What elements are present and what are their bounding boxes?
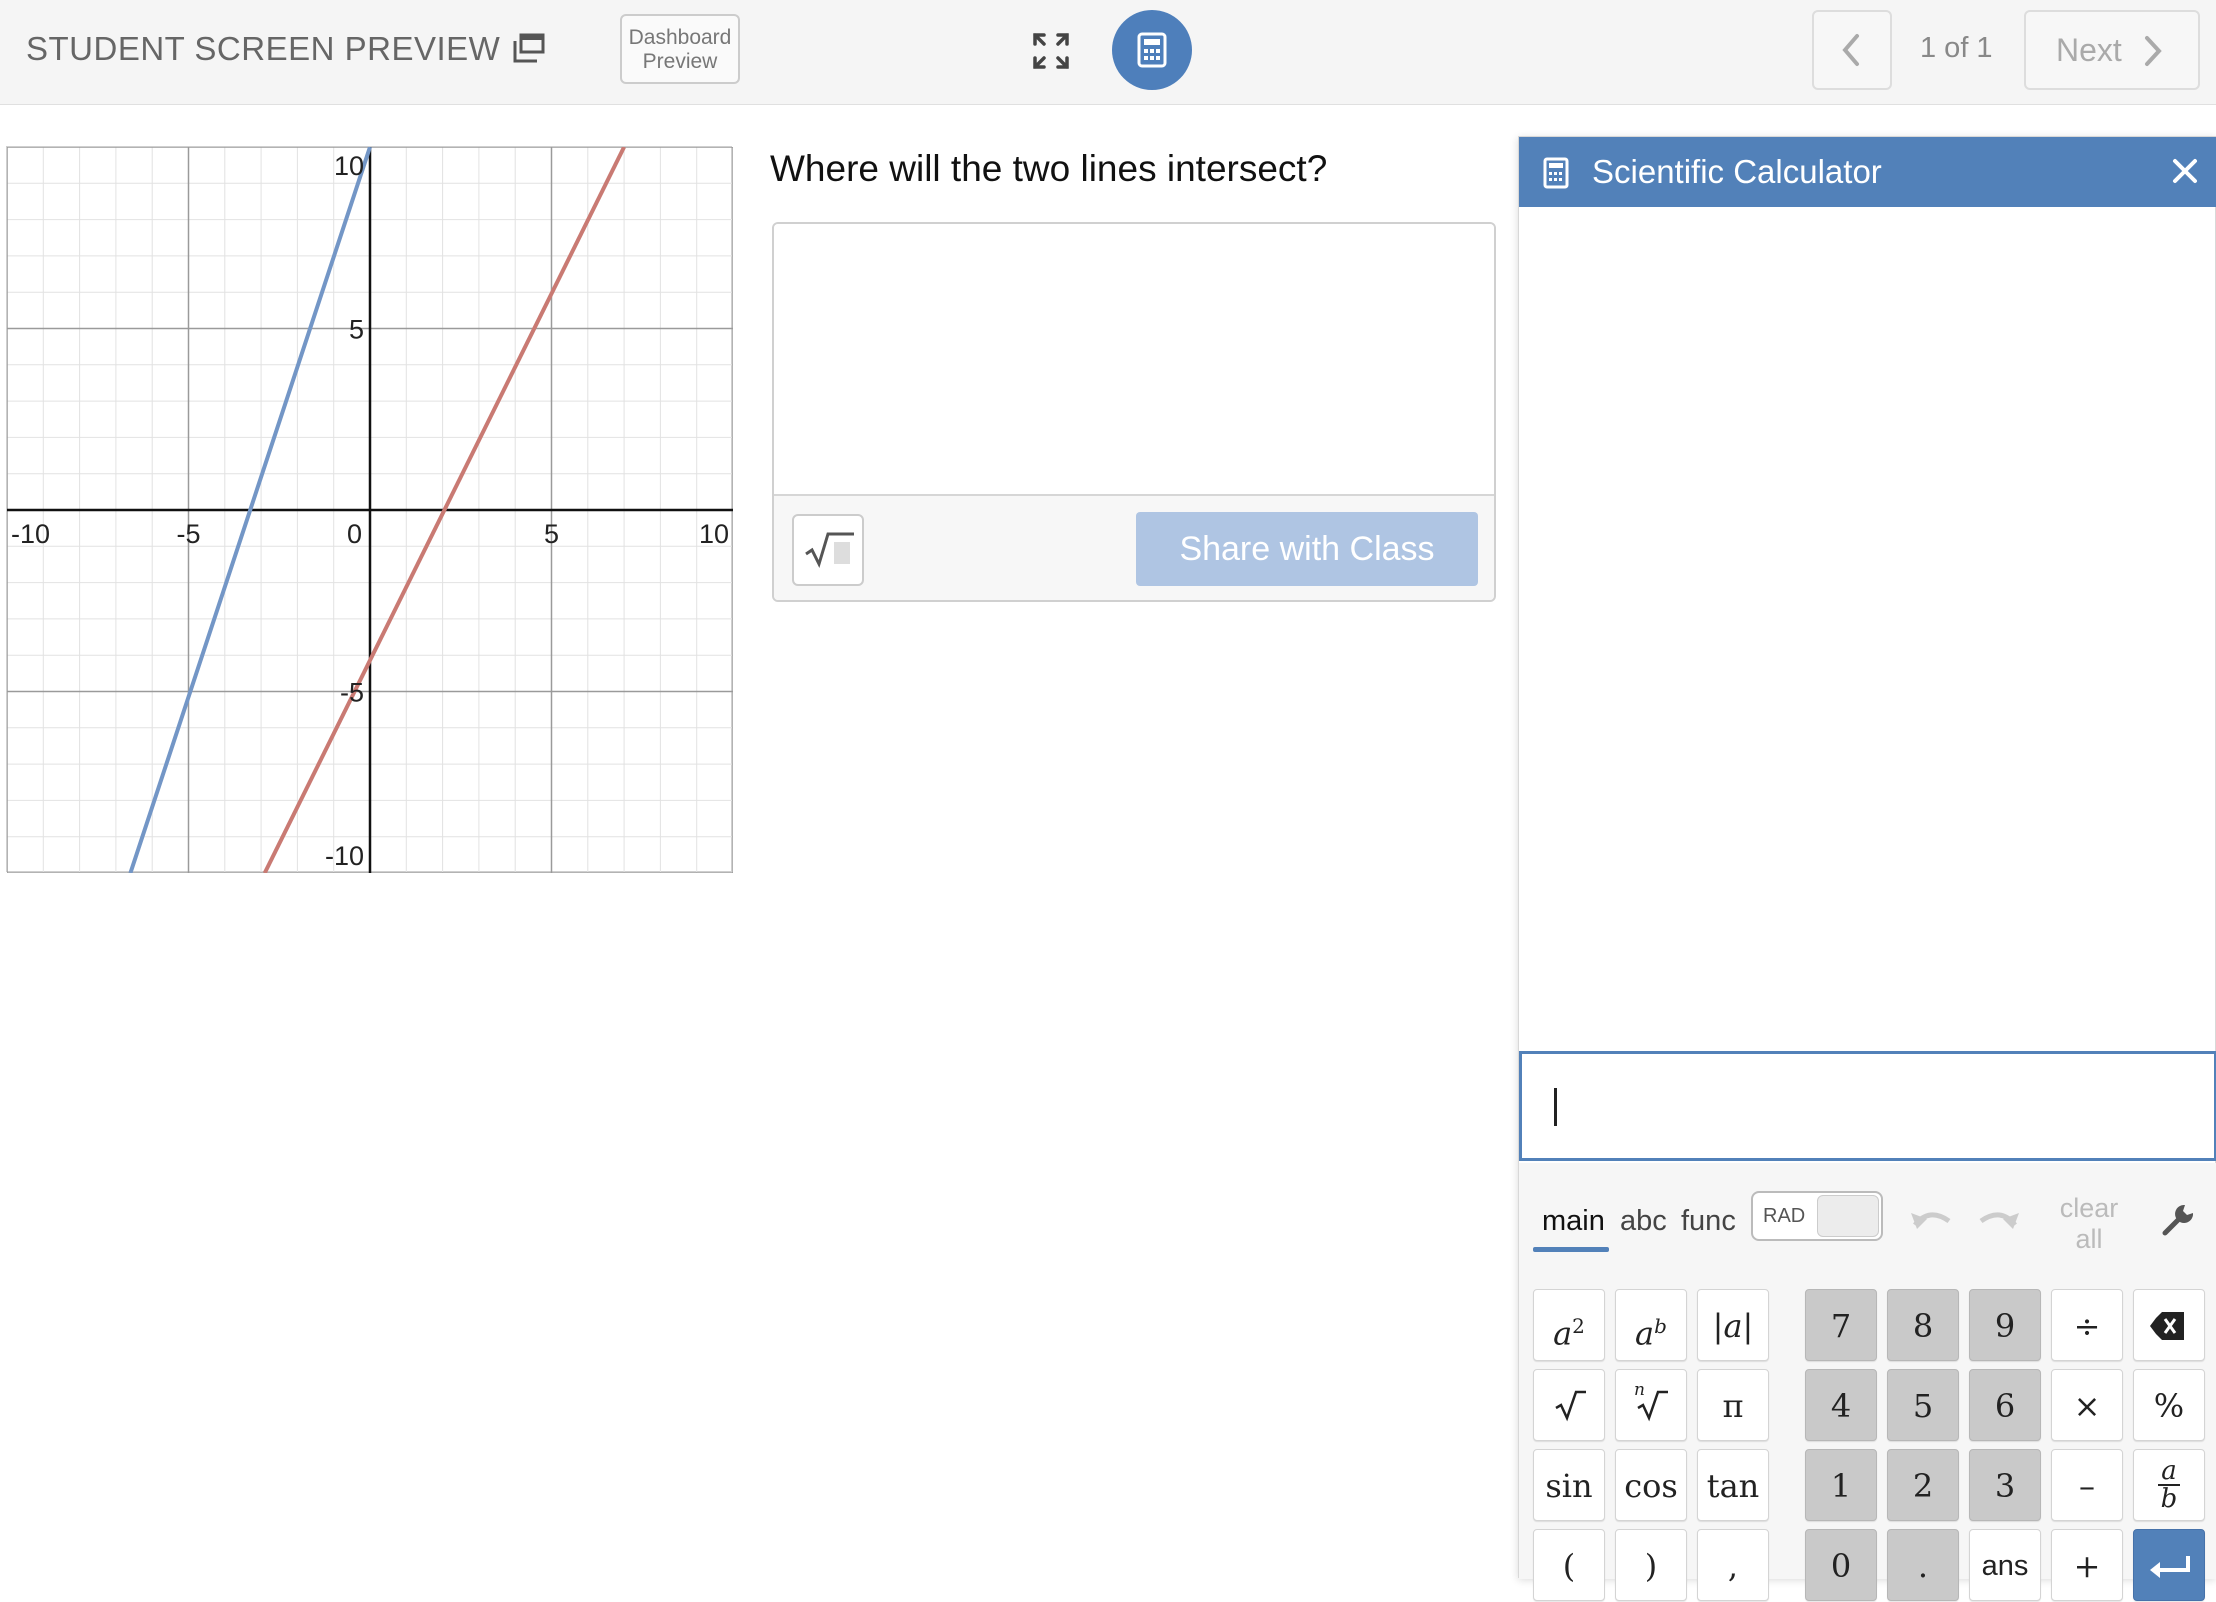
key-enter[interactable] [2133,1529,2205,1601]
clear-all-label-line2: all [2075,1224,2103,1254]
key-minus[interactable]: – [2051,1449,2123,1521]
dashboard-button-label-line1: Dashboard [628,26,732,49]
question-prompt: Where will the two lines intersect? [770,148,1328,189]
key-7[interactable]: 7 [1805,1289,1877,1361]
answer-input[interactable] [774,224,1494,494]
calculator-icon [1137,32,1167,68]
chevron-right-icon [2145,36,2162,66]
key-power[interactable]: ab [1615,1289,1687,1361]
backspace-icon [2150,1312,2184,1340]
x-tick-label: -10 [11,519,50,549]
key-tan[interactable]: tan [1697,1449,1769,1521]
y-tick-label: -5 [340,678,364,708]
y-tick-label: 10 [334,151,364,181]
calculator-header: Scientific Calculator [1519,137,2216,207]
wrench-icon[interactable] [2161,1201,2197,1237]
toggle-knob [1817,1195,1879,1237]
key-left-paren[interactable]: ( [1533,1529,1605,1601]
key-power-exp: b [1654,1314,1667,1338]
redo-icon[interactable] [1975,1203,2021,1233]
key-multiply[interactable]: × [2051,1369,2123,1441]
key-2[interactable]: 2 [1887,1449,1959,1521]
next-button-label: Next [2056,32,2122,68]
calculator-input[interactable] [1519,1051,2216,1161]
dashboard-preview-button[interactable]: Dashboard Preview [620,14,740,84]
clear-all-button[interactable]: clear all [2051,1193,2127,1255]
text-cursor [1554,1088,1557,1126]
key-5[interactable]: 5 [1887,1369,1959,1441]
calculator-keypad: a2 ab |a| 7 8 9 ÷ n π 4 5 6 × % sin cos … [1519,1263,2216,1601]
key-sin[interactable]: sin [1533,1449,1605,1521]
clear-all-label-line1: clear [2059,1193,2119,1223]
key-8[interactable]: 8 [1887,1289,1959,1361]
square-root-icon [1555,1390,1586,1422]
math-keyboard-button[interactable] [792,514,864,586]
coordinate-graph: -10 -5 0 5 10 10 5 -5 -10 [6,146,733,873]
square-root-icon [805,532,854,569]
calculator-tab-bar: main abc func RAD clear all [1519,1163,2216,1263]
x-tick-label: 10 [699,519,729,549]
key-square-root[interactable] [1533,1369,1605,1441]
fullscreen-expand-icon[interactable] [1032,32,1070,70]
undo-icon[interactable] [1909,1203,1955,1233]
key-comma[interactable]: , [1697,1529,1769,1601]
key-square-base: a [1553,1314,1573,1353]
key-square-exp: 2 [1572,1314,1585,1338]
key-cos[interactable]: cos [1615,1449,1687,1521]
key-power-base: a [1635,1314,1655,1353]
popout-window-icon[interactable] [512,32,546,64]
x-tick-label: 0 [347,519,362,549]
previous-button[interactable] [1812,10,1892,90]
answer-box: Share with Class [772,222,1496,602]
enter-icon [2150,1556,2190,1578]
key-pi[interactable]: π [1697,1369,1769,1441]
next-button[interactable]: Next [2024,10,2200,90]
scientific-calculator: Scientific Calculator main abc func RAD … [1518,136,2216,1601]
answer-toolbar: Share with Class [774,494,1494,600]
calculator-title: Scientific Calculator [1592,153,1882,190]
preview-title: STUDENT SCREEN PREVIEW [26,30,501,67]
key-ans[interactable]: ans [1969,1529,2041,1601]
key-backspace[interactable] [2133,1289,2205,1361]
key-9[interactable]: 9 [1969,1289,2041,1361]
key-plus[interactable]: + [2051,1529,2123,1601]
x-tick-label: 5 [544,519,559,549]
angle-mode-label: RAD [1763,1205,1806,1227]
chevron-left-icon [1842,34,1859,66]
fraction-denominator: b [2158,1484,2180,1512]
tab-func[interactable]: func [1681,1205,1736,1238]
dashboard-button-label-line2: Preview [642,50,718,73]
graph-svg: -10 -5 0 5 10 10 5 -5 -10 [7,147,733,873]
close-icon[interactable] [2169,155,2201,187]
key-nth-root[interactable]: n [1615,1369,1687,1441]
x-tick-label: -5 [176,519,200,549]
key-square[interactable]: a2 [1533,1289,1605,1361]
key-6[interactable]: 6 [1969,1369,2041,1441]
page-count: 1 of 1 [1920,32,1993,64]
key-decimal[interactable]: . [1887,1529,1959,1601]
key-right-paren[interactable]: ) [1615,1529,1687,1601]
key-4[interactable]: 4 [1805,1369,1877,1441]
nth-root-icon [1637,1390,1668,1422]
active-tab-indicator [1533,1247,1609,1252]
key-0[interactable]: 0 [1805,1529,1877,1601]
y-tick-label: -10 [325,841,364,871]
angle-mode-toggle[interactable]: RAD [1751,1191,1883,1241]
key-1[interactable]: 1 [1805,1449,1877,1521]
fraction-numerator: a [2161,1456,2177,1486]
tab-abc[interactable]: abc [1620,1205,1667,1238]
tab-main[interactable]: main [1542,1205,1605,1238]
calculator-icon [1543,157,1569,189]
key-percent[interactable]: % [2133,1369,2205,1441]
key-divide[interactable]: ÷ [2051,1289,2123,1361]
top-bar: STUDENT SCREEN PREVIEW Dashboard Preview [0,0,2216,105]
calculator-toggle-button[interactable] [1112,10,1192,90]
key-absolute-value[interactable]: |a| [1697,1289,1769,1361]
y-tick-label: 5 [349,315,364,345]
key-3[interactable]: 3 [1969,1449,2041,1521]
share-with-class-button[interactable]: Share with Class [1136,512,1478,586]
key-fraction[interactable]: a b [2133,1449,2205,1521]
